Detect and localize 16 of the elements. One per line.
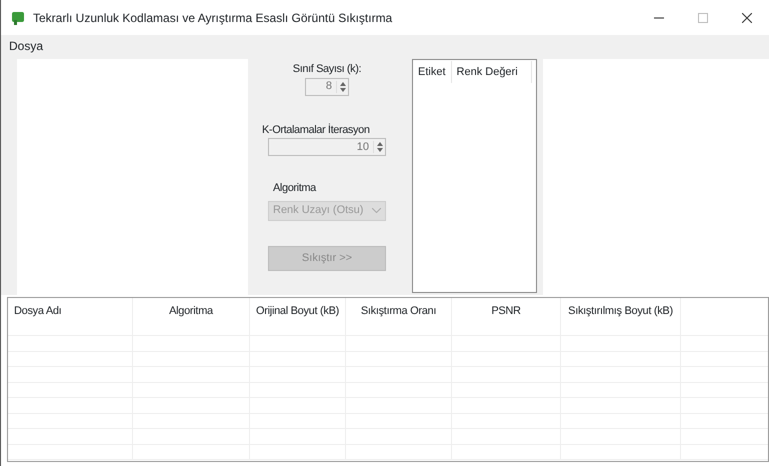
column-header[interactable]: Dosya Adı (8, 298, 133, 335)
column-header[interactable]: Algoritma (133, 298, 250, 335)
window-title: Tekrarlı Uzunluk Kodlaması ve Ayrıştırma Esaslı Görüntü Sıkıştırma (33, 10, 394, 26)
menu-item[interactable]: Dosya (9, 37, 44, 55)
field-label: Sınıf Sayısı (k): (292, 63, 362, 75)
field-label: Algoritma (273, 182, 316, 194)
column-header[interactable]: Orijinal Boyut (kB) (250, 298, 346, 335)
column-header[interactable]: Sıkıştırılmış Boyut (kB) (561, 298, 681, 335)
column-header[interactable]: PSNR (452, 298, 561, 335)
chevron-down-icon (372, 208, 381, 213)
app-icon (11, 10, 25, 24)
column-header[interactable]: Renk Değeri (452, 61, 532, 83)
field-label: K-Ortalamalar İterasyon (262, 124, 370, 136)
close-button[interactable] (742, 13, 752, 24)
column-header[interactable]: Etiket (413, 61, 452, 83)
column-header[interactable]: Sıkıştırma Oranı (346, 298, 452, 335)
